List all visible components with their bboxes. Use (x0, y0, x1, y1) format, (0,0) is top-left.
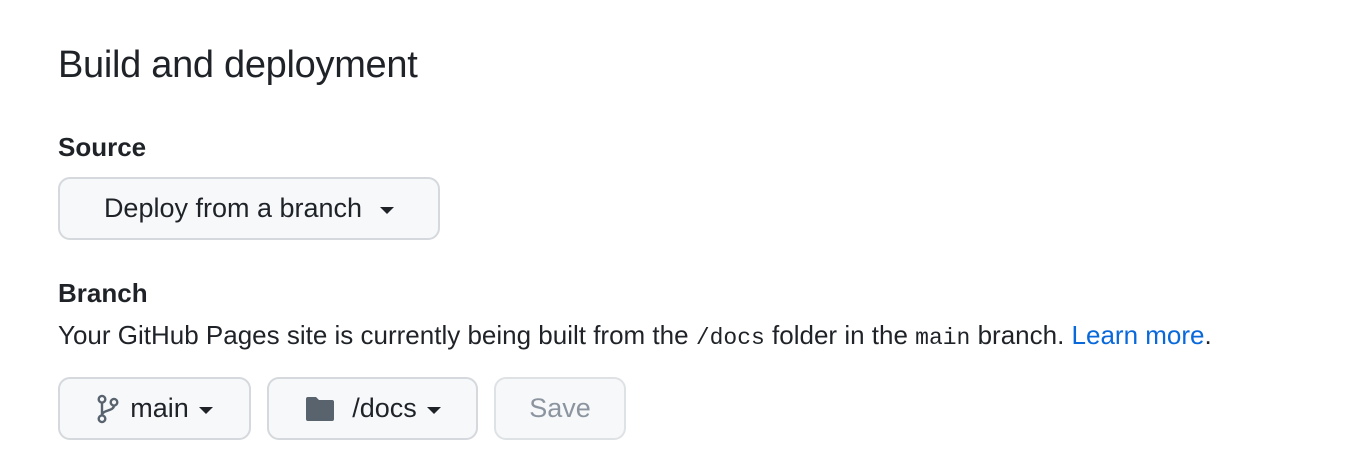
description-end: . (1204, 320, 1212, 350)
triangle-down-icon (380, 207, 395, 214)
triangle-down-icon (198, 407, 213, 414)
section-title: Build and deployment (58, 44, 418, 86)
folder-code: /docs (695, 325, 765, 351)
pages-build-deployment-panel: Build and deployment Source Deploy from … (0, 0, 1364, 460)
learn-more-link[interactable]: Learn more (1072, 320, 1205, 350)
branch-description: Your GitHub Pages site is currently bein… (58, 318, 1212, 355)
branch-select-button[interactable]: main (58, 377, 251, 440)
description-text-3: branch. (970, 320, 1072, 350)
git-branch-icon (96, 394, 120, 424)
folder-icon (304, 395, 336, 423)
branch-label: Branch (58, 278, 148, 308)
source-dropdown-button[interactable]: Deploy from a branch (58, 177, 440, 240)
folder-select-value: /docs (352, 393, 417, 423)
source-dropdown-value: Deploy from a branch (103, 193, 363, 223)
source-label: Source (58, 132, 147, 162)
description-text-2: folder in the (764, 320, 916, 350)
description-text-1: Your GitHub Pages site is currently bein… (58, 320, 696, 350)
triangle-down-icon (426, 407, 441, 414)
folder-select-button[interactable]: /docs (267, 377, 478, 440)
branch-select-value: main (130, 393, 189, 423)
save-button[interactable]: Save (494, 377, 626, 440)
branch-code: main (915, 325, 971, 351)
